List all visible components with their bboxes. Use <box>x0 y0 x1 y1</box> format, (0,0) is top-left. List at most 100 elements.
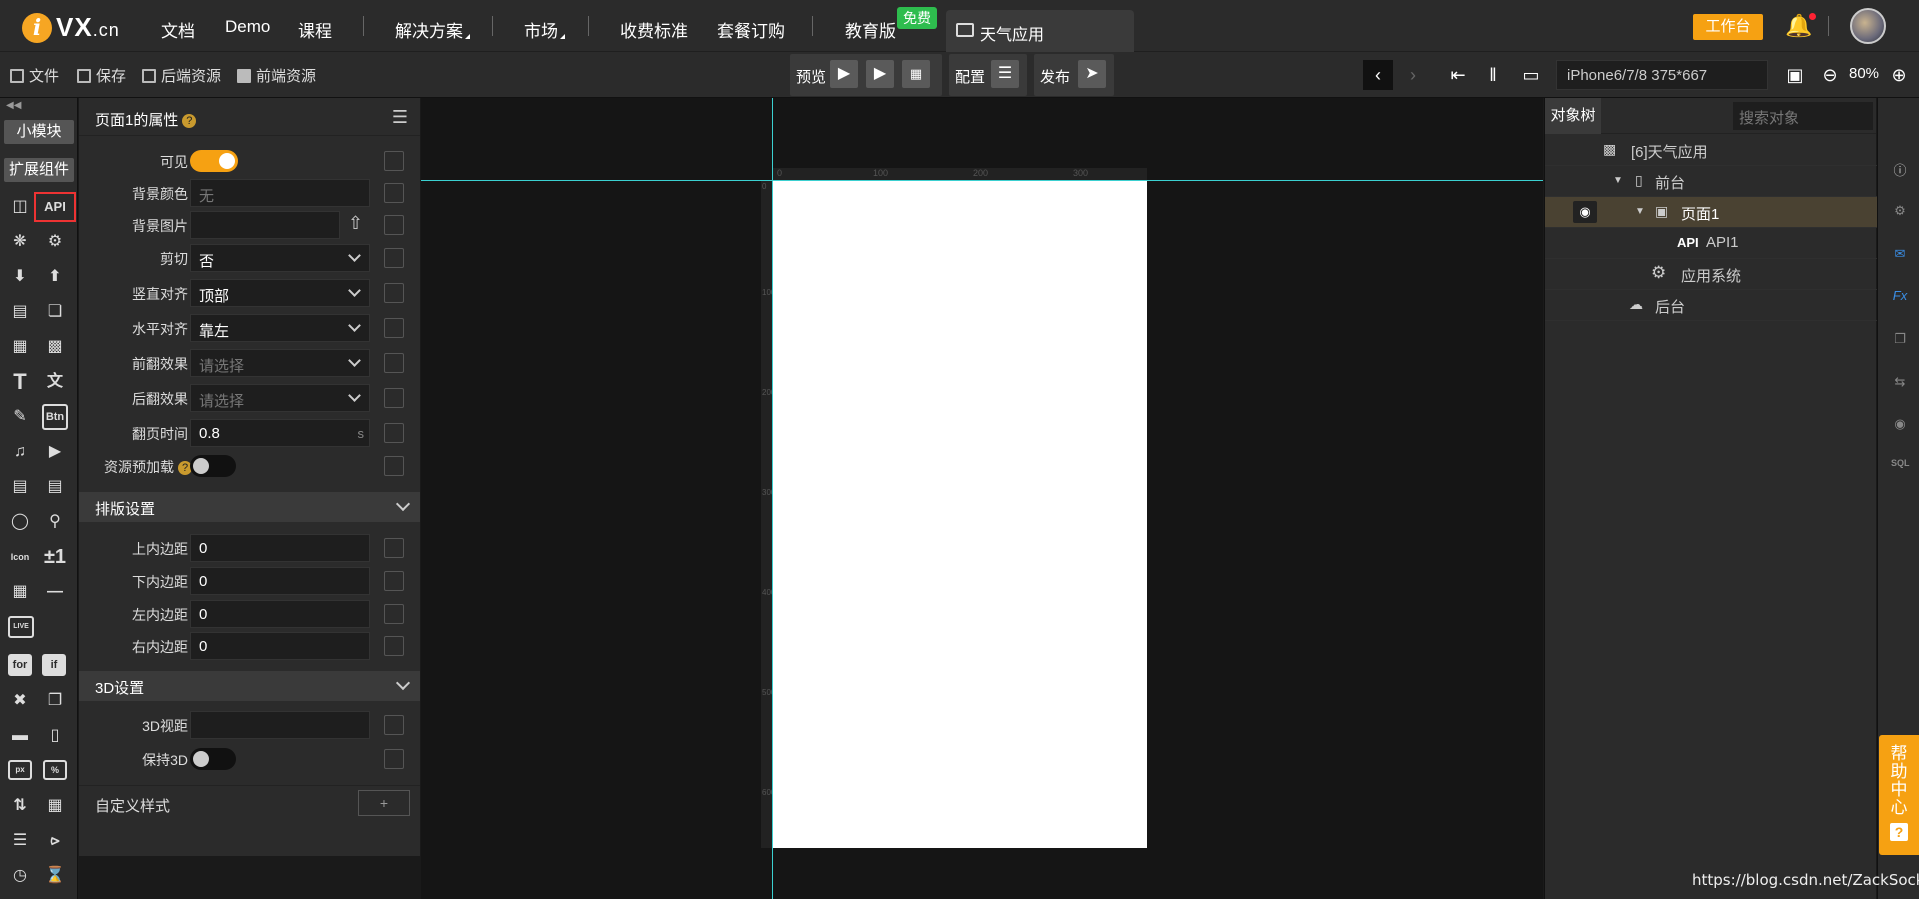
device-icon[interactable]: ▭ <box>1516 60 1546 90</box>
padding-left-input[interactable]: 0 <box>190 600 370 628</box>
paper-plane-icon[interactable]: ➤ <box>1078 60 1106 88</box>
image-edit-icon[interactable]: ▩ <box>42 334 68 360</box>
horizontal-bar-icon[interactable]: ▬ <box>7 723 33 749</box>
help-center-button[interactable]: 帮助中心 ? <box>1879 735 1919 855</box>
live-icon[interactable]: LIVE <box>8 616 34 638</box>
tree-item-frontend[interactable]: ▼ ▯ 前台 <box>1545 166 1877 197</box>
nav-docs[interactable]: 文档 <box>161 17 195 42</box>
tree-item-backend[interactable]: ☁ 后台 <box>1545 290 1877 321</box>
back-effect-select[interactable]: 请选择 <box>190 384 370 412</box>
copy-icon[interactable] <box>384 318 404 338</box>
workbench-button[interactable]: 工作台 <box>1693 14 1763 40</box>
browser-icon[interactable]: ◯ <box>7 509 33 535</box>
phone-page[interactable] <box>773 180 1147 848</box>
visible-toggle[interactable] <box>190 150 238 172</box>
help-icon[interactable]: ? <box>182 114 197 128</box>
halign-select[interactable]: 靠左 <box>190 314 370 342</box>
valign-select[interactable]: 顶部 <box>190 279 370 307</box>
tree-item-app[interactable]: ▩ [6]天气应用 <box>1545 135 1877 166</box>
network-icon[interactable]: ❋ <box>7 229 33 255</box>
bgcolor-input[interactable]: 无 <box>190 179 370 207</box>
copy-icon[interactable] <box>384 353 404 373</box>
counter-icon[interactable]: ±1 <box>40 544 70 570</box>
add-custom-style-button[interactable]: + <box>358 790 410 816</box>
image-icon[interactable]: ▦ <box>7 334 33 360</box>
icon-component-icon[interactable]: Icon <box>7 544 33 570</box>
pages-icon[interactable]: ❏ <box>42 299 68 325</box>
save-button[interactable]: 保存 <box>77 65 126 86</box>
copy-icon[interactable] <box>384 151 404 171</box>
ivx-logo[interactable]: i VX.cn <box>22 12 120 43</box>
px-unit-icon[interactable]: px <box>8 760 32 780</box>
device-select[interactable]: iPhone6/7/8 375*667 <box>1556 60 1768 90</box>
percent-unit-icon[interactable]: % <box>43 760 67 780</box>
share-icon[interactable]: ⪧ <box>42 828 68 854</box>
zoom-in-icon[interactable]: ⊕ <box>1884 60 1914 90</box>
tab-object-tree[interactable]: 对象树 <box>1545 98 1601 134</box>
bell-icon[interactable]: 🔔 <box>1785 13 1817 39</box>
modules-button[interactable]: 小模块 <box>4 120 74 144</box>
translate-icon[interactable]: 文 <box>42 369 68 395</box>
view3d-input[interactable] <box>190 711 370 739</box>
record-icon[interactable]: ◉ <box>1891 416 1909 434</box>
nav-courses[interactable]: 课程 <box>298 17 332 42</box>
button-icon[interactable]: Btn <box>42 404 68 430</box>
download-icon[interactable]: ⬇ <box>7 264 33 290</box>
text-icon[interactable]: T <box>7 369 33 395</box>
search-input[interactable]: 搜索对象 <box>1733 102 1873 130</box>
align-columns-icon[interactable]: ‖ <box>1478 60 1508 90</box>
zoom-out-icon[interactable]: ⊖ <box>1815 60 1845 90</box>
copy-icon[interactable] <box>384 715 404 735</box>
padding-bottom-input[interactable]: 0 <box>190 567 370 595</box>
sliders-icon[interactable]: ☰ <box>991 60 1019 88</box>
play-step-icon[interactable]: ▶ <box>866 60 894 88</box>
form-icon[interactable]: ▤ <box>7 299 33 325</box>
component-settings-icon[interactable]: ⚙ <box>1891 203 1909 221</box>
hourglass-icon[interactable]: ⌛ <box>42 863 68 889</box>
copy-icon[interactable] <box>384 248 404 268</box>
for-loop-icon[interactable]: for <box>8 654 32 676</box>
music-icon[interactable]: ♫ <box>7 439 33 465</box>
play-icon[interactable]: ▶ <box>830 60 858 88</box>
list-tree-icon[interactable]: ☰ <box>7 828 33 854</box>
screenshot-icon[interactable]: ▣ <box>1780 60 1810 90</box>
qr-code-icon[interactable]: ▦ <box>7 579 33 605</box>
divider-icon[interactable]: — <box>42 579 68 605</box>
nav-market[interactable]: 市场 <box>524 17 565 42</box>
copy-icon[interactable] <box>384 571 404 591</box>
copy-icon[interactable] <box>384 538 404 558</box>
extensions-button[interactable]: 扩展组件 <box>4 158 74 182</box>
sort-icon[interactable]: ⇅ <box>7 793 33 819</box>
padding-top-input[interactable]: 0 <box>190 534 370 562</box>
guide-line-vertical[interactable] <box>772 98 773 899</box>
copy-icon[interactable] <box>384 283 404 303</box>
avatar[interactable] <box>1850 8 1886 44</box>
copy-icon[interactable] <box>384 183 404 203</box>
sql-icon[interactable]: SQL <box>1891 458 1910 476</box>
keep3d-toggle[interactable] <box>190 748 236 770</box>
nav-education[interactable]: 教育版 <box>845 17 896 42</box>
tree-item-page1[interactable]: ◉ ▼ ▣ 页面1 <box>1545 197 1877 228</box>
nav-pricing[interactable]: 收费标准 <box>620 17 688 42</box>
file-button[interactable]: 文件 <box>10 65 59 86</box>
comment-icon[interactable]: ✉ <box>1891 246 1909 264</box>
copy-icon[interactable] <box>384 423 404 443</box>
backend-resources-button[interactable]: 后端资源 <box>142 65 221 86</box>
app-tab[interactable]: 天气应用 <box>946 10 1134 52</box>
layer-icon[interactable]: ❐ <box>42 688 68 714</box>
layout-section-header[interactable]: 排版设置 <box>79 492 420 522</box>
copy-icon[interactable] <box>384 456 404 476</box>
copy-icon[interactable] <box>384 215 404 235</box>
3d-section-header[interactable]: 3D设置 <box>79 671 420 701</box>
function-icon[interactable]: Fx <box>1891 288 1909 306</box>
info-icon[interactable]: ⓘ <box>1891 160 1909 178</box>
front-effect-select[interactable]: 请选择 <box>190 349 370 377</box>
swap-icon[interactable]: ⇆ <box>1891 374 1909 392</box>
menu-icon[interactable]: ☰ <box>392 107 408 128</box>
forward-arrow-icon[interactable]: › <box>1398 60 1428 90</box>
copy-icon[interactable]: ❐ <box>1891 331 1909 349</box>
edit-icon[interactable]: ✎ <box>7 404 33 430</box>
tree-item-api1[interactable]: API API1 <box>1545 228 1877 259</box>
timer-icon[interactable]: ◷ <box>7 863 33 889</box>
copy-icon[interactable] <box>384 636 404 656</box>
